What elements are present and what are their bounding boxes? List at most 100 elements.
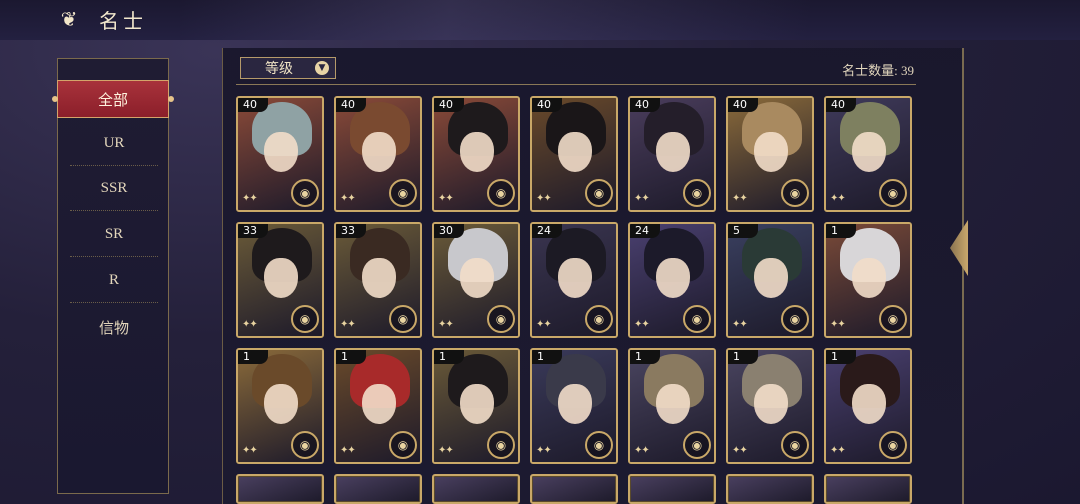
character-card[interactable]: 24 ✦✦ ◉: [530, 222, 618, 338]
portrait-face: [558, 132, 592, 172]
character-card[interactable]: 24 ✦✦ ◉: [628, 222, 716, 338]
character-card[interactable]: [628, 474, 716, 504]
element-emblem-icon: ◉: [487, 305, 515, 333]
element-emblem-icon: ◉: [291, 305, 319, 333]
character-card[interactable]: 30 ✦✦ ◉: [432, 222, 520, 338]
star-sparkle-icon: ✦✦: [830, 445, 846, 456]
element-emblem-icon: ◉: [879, 179, 907, 207]
element-emblem-icon: ◉: [879, 305, 907, 333]
element-emblem-icon: ◉: [585, 431, 613, 459]
level-badge: 1: [532, 350, 562, 364]
element-emblem-icon: ◉: [585, 179, 613, 207]
portrait-face: [656, 384, 690, 424]
level-badge: 5: [728, 224, 758, 238]
sidebar-item-ssr[interactable]: SSR: [70, 167, 158, 211]
element-emblem-icon: ◉: [683, 305, 711, 333]
level-badge: 40: [728, 98, 758, 112]
character-card[interactable]: 40 ✦✦ ◉: [628, 96, 716, 212]
level-badge: 40: [336, 98, 366, 112]
level-badge: 1: [336, 350, 366, 364]
sidebar-item-r[interactable]: R: [70, 259, 158, 303]
level-badge: 40: [630, 98, 660, 112]
level-badge: 1: [434, 350, 464, 364]
portrait-face: [460, 384, 494, 424]
element-emblem-icon: ◉: [781, 431, 809, 459]
character-card[interactable]: [726, 474, 814, 504]
character-card[interactable]: 1 ✦✦ ◉: [432, 348, 520, 464]
level-badge: 33: [336, 224, 366, 238]
element-emblem-icon: ◉: [585, 305, 613, 333]
character-card[interactable]: 40 ✦✦ ◉: [530, 96, 618, 212]
character-card[interactable]: 1 ✦✦ ◉: [824, 348, 912, 464]
level-badge: 24: [532, 224, 562, 238]
character-card[interactable]: 1 ✦✦ ◉: [726, 348, 814, 464]
dropdown-label: 等级: [265, 62, 293, 77]
star-sparkle-icon: ✦✦: [536, 319, 552, 330]
star-sparkle-icon: ✦✦: [732, 319, 748, 330]
level-badge: 1: [238, 350, 268, 364]
element-emblem-icon: ◉: [683, 431, 711, 459]
character-card[interactable]: [530, 474, 618, 504]
sidebar-item-ur[interactable]: UR: [70, 122, 158, 166]
character-card[interactable]: 33 ✦✦ ◉: [334, 222, 422, 338]
star-sparkle-icon: ✦✦: [242, 445, 258, 456]
portrait-face: [754, 258, 788, 298]
portrait-face: [362, 258, 396, 298]
portrait-face: [558, 258, 592, 298]
star-sparkle-icon: ✦✦: [340, 445, 356, 456]
sidebar-item-sr[interactable]: SR: [70, 213, 158, 257]
character-card[interactable]: 40 ✦✦ ◉: [236, 96, 324, 212]
portrait-face: [754, 384, 788, 424]
star-sparkle-icon: ✦✦: [536, 193, 552, 204]
star-sparkle-icon: ✦✦: [242, 193, 258, 204]
character-card[interactable]: 40 ✦✦ ◉: [726, 96, 814, 212]
portrait-face: [362, 384, 396, 424]
character-card[interactable]: 1 ✦✦ ◉: [334, 348, 422, 464]
character-card[interactable]: 1 ✦✦ ◉: [824, 222, 912, 338]
level-badge: 1: [728, 350, 758, 364]
portrait-face: [460, 258, 494, 298]
portrait-face: [852, 258, 886, 298]
element-emblem-icon: ◉: [879, 431, 907, 459]
portrait-face: [264, 258, 298, 298]
portrait-face: [852, 132, 886, 172]
star-sparkle-icon: ✦✦: [536, 445, 552, 456]
character-card[interactable]: [824, 474, 912, 504]
level-badge: 40: [238, 98, 268, 112]
star-sparkle-icon: ✦✦: [438, 445, 454, 456]
level-badge: 1: [826, 350, 856, 364]
character-card[interactable]: 33 ✦✦ ◉: [236, 222, 324, 338]
sidebar-item-keepsake[interactable]: 信物: [70, 305, 158, 349]
element-emblem-icon: ◉: [487, 179, 515, 207]
portrait-face: [558, 384, 592, 424]
star-sparkle-icon: ✦✦: [438, 319, 454, 330]
character-card[interactable]: 40 ✦✦ ◉: [432, 96, 520, 212]
star-sparkle-icon: ✦✦: [830, 319, 846, 330]
portrait-face: [264, 132, 298, 172]
back-swirl-icon[interactable]: ❦: [56, 8, 82, 30]
chevron-down-icon: ▼: [315, 61, 329, 75]
star-sparkle-icon: ✦✦: [340, 193, 356, 204]
character-card[interactable]: [334, 474, 422, 504]
element-emblem-icon: ◉: [781, 305, 809, 333]
character-card[interactable]: 1 ✦✦ ◉: [236, 348, 324, 464]
character-card[interactable]: [236, 474, 324, 504]
character-card[interactable]: 1 ✦✦ ◉: [530, 348, 618, 464]
character-card[interactable]: 40 ✦✦ ◉: [334, 96, 422, 212]
level-badge: 30: [434, 224, 464, 238]
page-title: 名士: [99, 9, 147, 33]
character-card[interactable]: 5 ✦✦ ◉: [726, 222, 814, 338]
sidebar-item-all[interactable]: 全部: [52, 80, 174, 118]
element-emblem-icon: ◉: [291, 179, 319, 207]
element-emblem-icon: ◉: [389, 179, 417, 207]
sort-level-dropdown[interactable]: 等级 ▼: [240, 57, 336, 79]
character-card[interactable]: 1 ✦✦ ◉: [628, 348, 716, 464]
star-sparkle-icon: ✦✦: [634, 445, 650, 456]
element-emblem-icon: ◉: [389, 305, 417, 333]
level-badge: 40: [532, 98, 562, 112]
element-emblem-icon: ◉: [487, 431, 515, 459]
character-card[interactable]: [432, 474, 520, 504]
character-card[interactable]: 40 ✦✦ ◉: [824, 96, 912, 212]
category-sidebar: 全部 UR SSR SR R 信物: [52, 58, 174, 494]
star-sparkle-icon: ✦✦: [340, 319, 356, 330]
